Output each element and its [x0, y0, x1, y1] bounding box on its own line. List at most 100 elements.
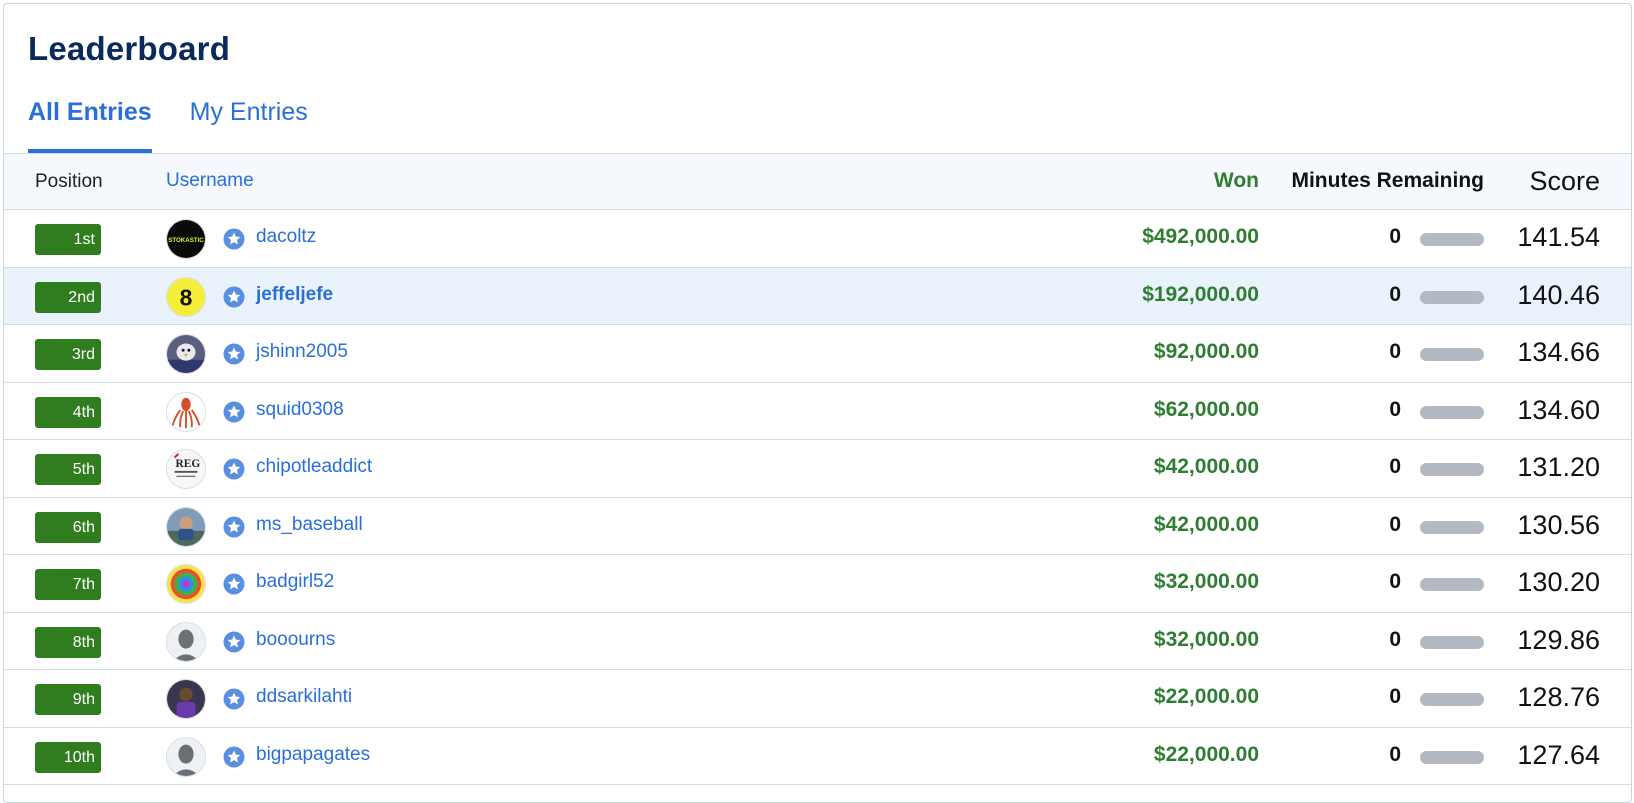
star-icon — [223, 516, 245, 538]
minutes-remaining-value: 0 — [1389, 627, 1401, 651]
username-link[interactable]: chipotleaddict — [256, 456, 372, 478]
username-link[interactable]: ms_baseball — [256, 514, 363, 536]
username-link[interactable]: squid0308 — [256, 399, 344, 421]
star-icon — [223, 228, 245, 250]
won-amount: $192,000.00 — [1142, 282, 1259, 306]
position-badge: 8th — [35, 626, 101, 658]
minutes-remaining-value: 0 — [1389, 512, 1401, 536]
column-header-won[interactable]: Won — [1214, 169, 1259, 193]
leaderboard-panel: Leaderboard All Entries My Entries Posit… — [3, 3, 1632, 803]
table-row: 7th badgirl52 $32,000.00 0 130.20 — [4, 555, 1631, 613]
minutes-remaining-bar — [1420, 635, 1484, 649]
avatar-number-text: 8 — [180, 284, 193, 310]
table-row: 9th ddsarkilahti $22,000.00 0 128.76 — [4, 670, 1631, 728]
star-icon — [223, 631, 245, 653]
star-icon — [223, 458, 245, 480]
position-badge: 7th — [35, 569, 101, 600]
won-amount: $62,000.00 — [1153, 397, 1259, 421]
table-row: 10th bigpapagates $22,000.00 0 127.64 — [4, 728, 1631, 785]
score-value: 130.20 — [1517, 567, 1600, 597]
column-header-position[interactable]: Position — [35, 171, 103, 193]
score-value: 131.20 — [1517, 452, 1600, 482]
username-link[interactable]: badgirl52 — [256, 571, 334, 593]
minutes-remaining-bar — [1420, 578, 1484, 591]
minutes-remaining-bar — [1420, 233, 1484, 246]
column-header-score[interactable]: Score — [1529, 166, 1600, 197]
tab-all-entries[interactable]: All Entries — [28, 98, 152, 153]
minutes-remaining-bar — [1420, 693, 1484, 706]
tab-bar: All Entries My Entries — [28, 98, 308, 153]
minutes-remaining-bar — [1420, 520, 1484, 534]
minutes-remaining-value: 0 — [1389, 742, 1401, 766]
table-row: 2nd 8 jeffeljefe $192,000.00 0 140.46 — [4, 267, 1631, 325]
score-value: 134.66 — [1517, 337, 1600, 367]
position-badge: 6th — [35, 511, 101, 543]
text-logo-avatar[interactable]: REG — [166, 449, 206, 489]
default-user-avatar[interactable] — [166, 736, 206, 777]
minutes-remaining-bar — [1420, 405, 1484, 419]
username-link[interactable]: jeffeljefe — [256, 284, 333, 306]
stoked-logo-avatar[interactable]: STOKASTIC — [166, 219, 206, 259]
table-row: 1st STOKASTIC dacoltz $492,000.00 0 141.… — [4, 210, 1631, 268]
column-header-username[interactable]: Username — [166, 170, 254, 192]
avatar-logo-text: STOKASTIC — [168, 237, 204, 244]
username-link[interactable]: jshinn2005 — [256, 341, 348, 363]
position-badge: 4th — [35, 396, 101, 428]
username-link[interactable]: ddsarkilahti — [256, 686, 352, 708]
star-icon — [223, 343, 245, 365]
table-row: 6th ms_baseball $42,000.00 0 130.56 — [4, 498, 1631, 555]
position-badge: 10th — [35, 741, 101, 773]
default-user-avatar[interactable] — [166, 621, 206, 662]
tab-my-entries[interactable]: My Entries — [190, 98, 308, 153]
minutes-remaining-bar — [1420, 750, 1484, 764]
won-amount: $22,000.00 — [1153, 685, 1259, 708]
star-icon — [223, 746, 245, 768]
score-value: 130.56 — [1517, 509, 1600, 540]
minutes-remaining-bar — [1420, 290, 1484, 304]
minutes-remaining-value: 0 — [1389, 685, 1401, 708]
page-title: Leaderboard — [28, 30, 231, 67]
minutes-remaining-value: 0 — [1389, 225, 1401, 248]
score-value: 141.54 — [1517, 222, 1600, 252]
won-amount: $32,000.00 — [1153, 627, 1259, 651]
table-header: Position Username Won Minutes Remaining … — [4, 153, 1631, 210]
leaderboard-rows: 1st STOKASTIC dacoltz $492,000.00 0 141.… — [4, 210, 1631, 785]
score-value: 134.60 — [1517, 394, 1600, 425]
position-badge: 3rd — [35, 339, 101, 370]
minutes-remaining-value: 0 — [1389, 340, 1401, 363]
score-value: 128.76 — [1517, 682, 1600, 712]
tie-dye-avatar[interactable] — [166, 564, 206, 604]
position-badge: 1st — [35, 224, 101, 255]
won-amount: $32,000.00 — [1153, 570, 1259, 593]
username-link[interactable]: dacoltz — [256, 226, 316, 248]
player-photo-avatar[interactable] — [166, 679, 206, 719]
bird-mascot-avatar[interactable] — [166, 334, 206, 374]
won-amount: $22,000.00 — [1153, 742, 1259, 766]
score-value: 140.46 — [1517, 279, 1600, 310]
table-row: 5th REG chipotleaddict $42,000.00 0 131.… — [4, 440, 1631, 498]
minutes-remaining-value: 0 — [1389, 282, 1401, 306]
eight-ball-avatar[interactable]: 8 — [166, 276, 206, 317]
position-badge: 5th — [35, 454, 101, 485]
won-amount: $492,000.00 — [1142, 225, 1259, 248]
score-value: 127.64 — [1517, 739, 1600, 770]
minutes-remaining-value: 0 — [1389, 455, 1401, 478]
score-value: 129.86 — [1517, 624, 1600, 655]
table-row: 3rd jshinn2005 $92,000.00 0 134.66 — [4, 325, 1631, 383]
star-icon — [223, 286, 245, 308]
won-amount: $42,000.00 — [1153, 455, 1259, 478]
minutes-remaining-value: 0 — [1389, 570, 1401, 593]
username-link[interactable]: bigpapagates — [256, 744, 370, 766]
minutes-remaining-value: 0 — [1389, 397, 1401, 421]
star-icon — [223, 401, 245, 423]
star-icon — [223, 688, 245, 710]
squid-avatar[interactable] — [166, 391, 206, 432]
photo-avatar[interactable] — [166, 506, 206, 547]
star-icon — [223, 573, 245, 595]
column-header-minutes-remaining[interactable]: Minutes Remaining — [1291, 169, 1484, 193]
won-amount: $92,000.00 — [1153, 340, 1259, 363]
position-badge: 2nd — [35, 281, 101, 313]
avatar-logo-text: REG — [176, 458, 201, 470]
username-link[interactable]: booourns — [256, 629, 335, 651]
table-row: 8th booourns $32,000.00 0 129.86 — [4, 613, 1631, 670]
